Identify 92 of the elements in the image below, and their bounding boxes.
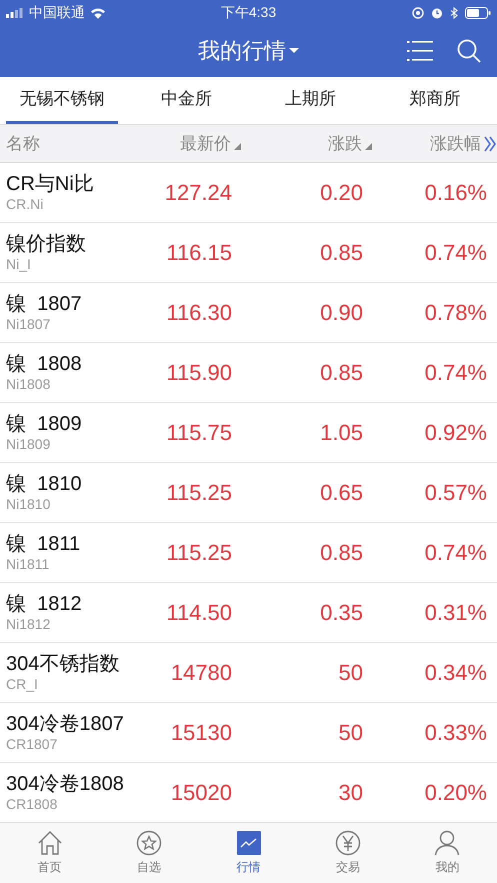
contract-code: Ni_I	[6, 256, 32, 273]
title-dropdown[interactable]: 我的行情	[198, 36, 299, 66]
home-icon	[36, 830, 63, 856]
contract-code: CR1808	[6, 796, 58, 813]
contract-name: 镍价指数	[6, 232, 87, 256]
list-icon[interactable]	[407, 40, 433, 62]
yen-icon	[334, 830, 361, 856]
contract-code: Ni1807	[6, 316, 52, 333]
price-value: 15020	[170, 780, 232, 806]
quote-row[interactable]: 镍 1807 Ni1807 116.30 0.90 0.78%	[0, 283, 497, 343]
quote-row[interactable]: 镍 1809 Ni1809 115.75 1.05 0.92%	[0, 403, 497, 463]
quote-row[interactable]: 镍 1811 Ni1811 115.25 0.85 0.74%	[0, 523, 497, 583]
signal-icon	[6, 8, 24, 18]
quote-row[interactable]: 304不锈指数 CR_I 14780 50 0.34%	[0, 643, 497, 703]
price-value: 127.24	[164, 180, 232, 206]
contract-code: Ni1809	[6, 436, 52, 453]
change-percent: 0.74%	[424, 540, 487, 566]
search-icon[interactable]	[457, 39, 481, 63]
contract-code: Ni1810	[6, 496, 52, 513]
tab-bar-item[interactable]: 行情	[198, 823, 298, 883]
change-value: 50	[338, 660, 363, 686]
price-value: 14780	[170, 660, 232, 686]
battery-icon	[465, 6, 491, 18]
change-value: 1.05	[319, 420, 363, 446]
change-percent: 0.78%	[424, 300, 487, 326]
tab-bar-item[interactable]: 我的	[398, 823, 497, 883]
change-value: 0.85	[319, 360, 363, 386]
change-value: 0.65	[319, 480, 363, 506]
contract-code: Ni1812	[6, 616, 52, 633]
contract-name: 304不锈指数	[6, 652, 120, 676]
change-value: 0.90	[319, 300, 363, 326]
change-value: 0.20	[319, 180, 363, 206]
change-percent: 0.57%	[424, 480, 487, 506]
contract-code: Ni1811	[6, 556, 50, 573]
contract-name: 304冷卷1807	[6, 712, 125, 736]
quote-row[interactable]: 304冷卷1807 CR1807 15130 50 0.33%	[0, 703, 497, 763]
sort-icon[interactable]	[234, 143, 241, 150]
contract-name: 304冷卷1808	[6, 772, 125, 796]
price-value: 115.25	[165, 540, 232, 566]
change-value: 0.85	[319, 240, 363, 266]
change-value: 0.85	[319, 540, 363, 566]
quote-row[interactable]: 镍 1812 Ni1812 114.50 0.35 0.31%	[0, 583, 497, 643]
contract-name: 镍 1808	[6, 352, 83, 376]
change-percent: 0.16%	[424, 180, 487, 206]
change-percent: 0.74%	[424, 360, 487, 386]
double-chevron-icon[interactable]	[484, 136, 496, 152]
quote-row[interactable]: 镍 1808 Ni1808 115.90 0.85 0.74%	[0, 343, 497, 403]
caret-icon	[289, 48, 299, 54]
change-value: 0.35	[319, 600, 363, 626]
price-value: 15130	[170, 720, 232, 746]
contract-code: CR1807	[6, 736, 58, 753]
alarm-icon	[431, 6, 443, 18]
contract-code: Ni1808	[6, 376, 52, 393]
price-value: 115.75	[165, 420, 232, 446]
tab-bar-item[interactable]: 首页	[0, 823, 100, 883]
sort-icon[interactable]	[365, 143, 372, 150]
change-percent: 0.33%	[424, 720, 487, 746]
change-percent: 0.92%	[424, 420, 487, 446]
price-value: 116.15	[165, 240, 232, 266]
change-percent: 0.20%	[424, 780, 487, 806]
contract-code: CR.Ni	[6, 196, 44, 213]
price-value: 115.25	[165, 480, 232, 506]
price-value: 116.30	[165, 300, 232, 326]
price-value: 114.50	[165, 600, 232, 626]
column-header: 名称	[6, 133, 40, 155]
wifi-icon	[90, 6, 106, 18]
bluetooth-icon	[450, 6, 458, 18]
carrier-name: 中国联通	[29, 4, 85, 22]
exchange-tab[interactable]: 中金所	[130, 77, 242, 124]
change-value: 30	[338, 780, 363, 806]
contract-code: CR_I	[6, 676, 39, 693]
change-percent: 0.31%	[424, 600, 487, 626]
change-value: 50	[338, 720, 363, 746]
contract-name: 镍 1809	[6, 412, 83, 436]
price-value: 115.90	[165, 360, 232, 386]
status-time: 下午4:33	[220, 4, 276, 22]
person-icon	[434, 830, 460, 856]
contract-name: 镍 1807	[6, 292, 83, 316]
change-percent: 0.74%	[424, 240, 487, 266]
tab-bar-item[interactable]: 交易	[298, 823, 398, 883]
change-percent: 0.34%	[424, 660, 487, 686]
tab-bar-item[interactable]: 自选	[99, 823, 199, 883]
contract-name: 镍 1810	[6, 472, 83, 496]
contract-name: 镍 1811	[6, 532, 82, 556]
contract-name: CR与Ni比	[6, 172, 95, 196]
exchange-tab[interactable]: 郑商所	[378, 77, 491, 124]
quote-row[interactable]: CR与Ni比 CR.Ni 127.24 0.20 0.16%	[0, 163, 497, 223]
quote-row[interactable]: 镍 1810 Ni1810 115.25 0.65 0.57%	[0, 463, 497, 523]
exchange-tab[interactable]: 上期所	[254, 77, 367, 124]
contract-name: 镍 1812	[6, 592, 83, 616]
chart-icon	[236, 830, 262, 856]
quote-row[interactable]: 镍价指数 Ni_I 116.15 0.85 0.74%	[0, 223, 497, 283]
